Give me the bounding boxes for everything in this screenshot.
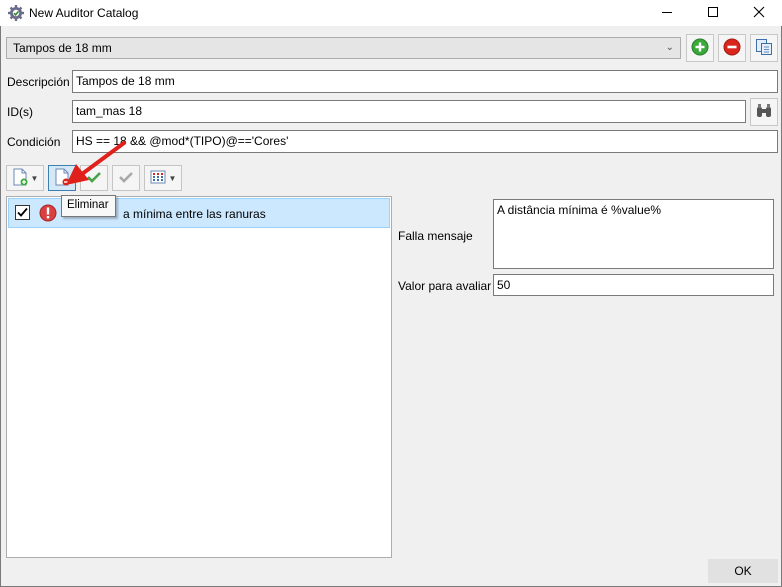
new-document-icon xyxy=(12,168,28,189)
red-arrow-annotation xyxy=(62,138,132,188)
falla-mensaje-label: Falla mensaje xyxy=(398,229,473,243)
falla-mensaje-value: A distância mínima é %value% xyxy=(497,203,662,217)
remove-catalog-button[interactable] xyxy=(718,34,746,62)
error-icon xyxy=(39,204,57,222)
grid-icon xyxy=(150,170,166,187)
condicion-field[interactable]: HS == 18 && @mod*(TIPO)@=='Cores' xyxy=(72,130,778,153)
ids-value: tam_mas 18 xyxy=(76,104,143,118)
descripcion-field[interactable]: Tampos de 18 mm xyxy=(72,70,778,93)
caret-down-icon: ▼ xyxy=(30,173,39,183)
grid-options-button[interactable]: ▼ xyxy=(144,165,182,191)
close-icon xyxy=(753,6,765,21)
valor-label: Valor para avaliar xyxy=(398,279,492,293)
remove-icon xyxy=(723,38,741,59)
descripcion-label: Descripción xyxy=(7,75,70,89)
binoculars-icon xyxy=(755,103,773,122)
minimize-icon xyxy=(661,6,673,21)
maximize-icon xyxy=(707,6,719,21)
app-gear-icon xyxy=(7,4,25,22)
add-icon xyxy=(691,38,709,59)
rules-list[interactable]: a mínima entre las ranuras xyxy=(6,196,392,558)
close-button[interactable] xyxy=(736,0,782,26)
descripcion-value: Tampos de 18 mm xyxy=(76,74,175,88)
find-button[interactable] xyxy=(750,98,778,126)
copy-catalog-button[interactable] xyxy=(750,34,778,62)
window-title: New Auditor Catalog xyxy=(29,6,139,20)
tooltip-text: Eliminar xyxy=(67,199,109,211)
valor-value: 50 xyxy=(497,278,511,292)
falla-mensaje-field[interactable]: A distância mínima é %value% xyxy=(493,199,774,269)
rule-checkbox[interactable] xyxy=(15,205,30,220)
catalog-select[interactable]: Tampos de 18 mm ⌄ xyxy=(6,37,681,59)
minimize-button[interactable] xyxy=(644,0,690,26)
ok-button-label: OK xyxy=(734,564,752,578)
condicion-label: Condición xyxy=(7,135,61,149)
ok-button[interactable]: OK xyxy=(708,559,778,583)
tooltip: Eliminar xyxy=(61,195,116,217)
chevron-down-icon: ⌄ xyxy=(665,42,674,53)
catalog-select-value: Tampos de 18 mm xyxy=(13,41,112,55)
maximize-button[interactable] xyxy=(690,0,736,26)
add-catalog-button[interactable] xyxy=(686,34,714,62)
ids-field[interactable]: tam_mas 18 xyxy=(72,100,746,123)
copy-icon xyxy=(755,38,773,59)
new-rule-dropdown-button[interactable]: ▼ xyxy=(6,165,44,191)
valor-field[interactable]: 50 xyxy=(493,274,774,296)
caret-down-icon: ▼ xyxy=(168,173,177,183)
rule-label: a mínima entre las ranuras xyxy=(123,207,266,221)
ids-label: ID(s) xyxy=(7,105,33,119)
